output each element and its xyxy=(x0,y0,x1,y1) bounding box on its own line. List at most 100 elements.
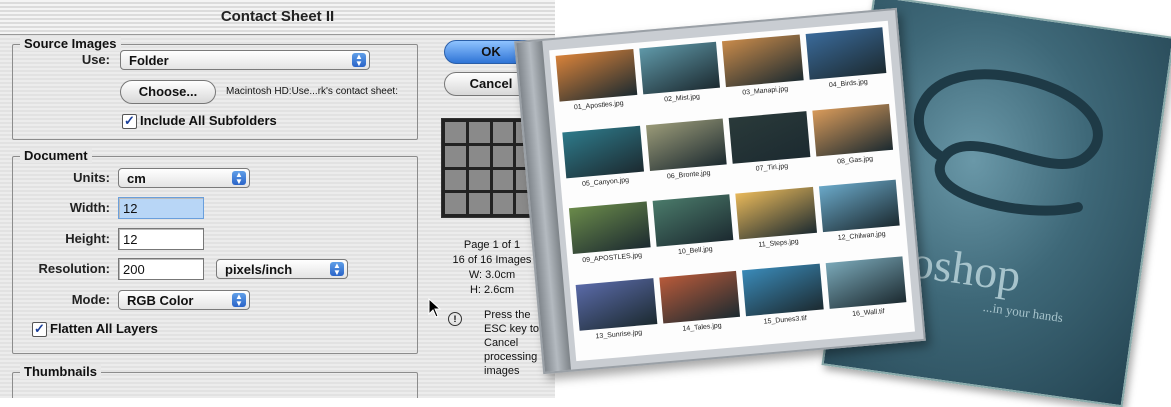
contact-sheet-print: 01_Apostles.jpg 02_Mist.jpg 03_Manapi.jpg 0… xyxy=(549,20,915,362)
contact-thumbnail: 07_Tiri.jpg xyxy=(726,109,814,190)
preview-cell xyxy=(492,122,514,143)
thumbnail-caption: 04_Birds.jpg xyxy=(828,78,869,90)
use-select[interactable]: Folder ▲ ▼ xyxy=(120,50,370,70)
thumb-height: H: 2.6cm xyxy=(469,284,514,296)
mode-select[interactable]: RGB Color ▲ ▼ xyxy=(118,290,250,310)
dialog-title: Contact Sheet II xyxy=(0,0,555,35)
image-count: 16 of 16 Images xyxy=(452,254,532,266)
contact-thumbnail: 08_Gas.jpg xyxy=(810,101,898,182)
preview-cell xyxy=(445,122,466,143)
contact-thumbnail: 05_Canyon.jpg xyxy=(560,123,648,204)
units-label: Units: xyxy=(73,170,110,185)
document-legend: Document xyxy=(20,148,92,163)
swirl-logo xyxy=(913,69,1103,216)
chevron-updown-icon: ▲ ▼ xyxy=(352,53,366,68)
thumbnail-image xyxy=(652,194,734,247)
info-icon: ! xyxy=(448,312,462,326)
contact-thumbnail: 06_Bronte.jpg xyxy=(643,116,731,197)
include-subfolders-checkbox[interactable]: ✓ xyxy=(122,114,137,129)
flatten-layers-label: Flatten All Layers xyxy=(50,321,158,336)
height-field[interactable]: 12 xyxy=(118,228,204,250)
thumbnail-image xyxy=(825,255,907,309)
thumbnail-image xyxy=(555,49,637,102)
thumbnail-caption: 13_Sunrise.jpg xyxy=(595,328,643,340)
thumbnail-caption: 07_Tiri.jpg xyxy=(755,162,789,173)
thumbnails-legend: Thumbnails xyxy=(20,364,101,379)
include-subfolders-label: Include All Subfolders xyxy=(140,113,277,128)
contact-thumbnail: 03_Manapi.jpg xyxy=(720,32,808,113)
units-select[interactable]: cm ▲ ▼ xyxy=(118,168,250,188)
resolution-unit-select[interactable]: pixels/inch ▲ ▼ xyxy=(216,259,348,279)
use-label: Use: xyxy=(81,52,110,67)
thumbnail-caption: 02_Mist.jpg xyxy=(663,93,701,104)
thumbnail-caption: 01_Apostles.jpg xyxy=(573,100,624,112)
thumbnail-image xyxy=(741,263,824,316)
thumbnail-image xyxy=(818,179,900,233)
width-label: Width: xyxy=(69,200,110,215)
thumbnail-image xyxy=(568,201,651,255)
contact-thumbnail: 11_Steps.jpg xyxy=(733,185,821,266)
contact-thumbnail: 10_Bell.jpg xyxy=(650,192,738,273)
thumb-width: W: 3.0cm xyxy=(468,269,516,281)
height-label: Height: xyxy=(65,231,110,246)
escape-note: Press the ESC key to Cancel processing i… xyxy=(484,309,540,377)
thumbnail-image xyxy=(805,27,887,80)
mode-select-value: RGB Color xyxy=(127,293,194,308)
thumbnail-image xyxy=(735,186,817,240)
thumbnail-image xyxy=(575,277,657,331)
resolution-unit-value: pixels/inch xyxy=(225,262,293,277)
preview-cell xyxy=(445,193,466,214)
use-select-value: Folder xyxy=(129,53,169,68)
preview-cell xyxy=(492,169,514,191)
thumbnail-caption: 16_Wall.tif xyxy=(851,307,885,318)
preview-cell xyxy=(445,169,466,191)
thumbnail-image xyxy=(658,270,740,323)
contact-thumbnail: 12_Chilwan.jpg xyxy=(816,177,904,258)
preview-cell xyxy=(445,145,466,167)
resolution-field[interactable]: 200 xyxy=(118,258,204,280)
contact-thumbnail: 16_Wall.tif xyxy=(823,254,911,335)
mode-label: Mode: xyxy=(71,292,110,307)
cd-jewel-case: 01_Apostles.jpg 02_Mist.jpg 03_Manapi.jpg 0… xyxy=(514,7,926,375)
cd-tagline: ...in your hands xyxy=(982,299,1064,326)
contact-thumbnail: 04_Birds.jpg xyxy=(803,25,891,106)
resolution-label: Resolution: xyxy=(38,261,111,276)
thumbnail-caption: 15_Dunes3.tif xyxy=(763,314,808,326)
contact-thumbnail: 13_Sunrise.jpg xyxy=(573,276,661,357)
thumbnail-caption: 10_Bell.jpg xyxy=(677,245,713,256)
source-images-legend: Source Images xyxy=(20,36,121,51)
thumbnail-caption: 09_APOSTLES.jpg xyxy=(582,252,643,265)
preview-cell xyxy=(468,169,490,191)
thumbnail-image xyxy=(728,110,810,164)
thumbnail-caption: 08_Gas.jpg xyxy=(836,155,874,166)
thumbnail-image xyxy=(811,103,894,157)
contact-thumbnail: 15_Dunes3.tif xyxy=(740,261,828,342)
chevron-updown-icon: ▲ ▼ xyxy=(330,262,344,277)
preview-cell xyxy=(468,145,490,167)
thumbnail-image xyxy=(638,41,720,95)
thumbnail-caption: 11_Steps.jpg xyxy=(758,238,799,249)
contact-sheet-dialog: Contact Sheet II Source Images Use: Fold… xyxy=(0,0,555,398)
cursor-arrow-icon xyxy=(428,298,442,318)
contact-thumbnail: 09_APOSTLES.jpg xyxy=(567,199,655,280)
contact-thumbnail: 02_Mist.jpg xyxy=(637,40,725,121)
contact-thumbnail: 14_Tales.jpg xyxy=(657,268,745,349)
chevron-updown-icon: ▲ ▼ xyxy=(232,171,246,186)
thumbnail-caption: 14_Tales.jpg xyxy=(682,321,722,333)
preview-cell xyxy=(492,193,514,214)
preview-cell xyxy=(468,122,490,143)
width-field[interactable]: 12 xyxy=(118,197,204,219)
thumbnail-caption: 06_Bronte.jpg xyxy=(666,169,711,181)
choose-button[interactable]: Choose... xyxy=(120,80,216,104)
thumbnail-caption: 12_Chilwan.jpg xyxy=(837,230,886,242)
preview-cell xyxy=(468,193,490,214)
flatten-layers-checkbox[interactable]: ✓ xyxy=(32,322,47,337)
chevron-updown-icon: ▲ ▼ xyxy=(232,293,246,308)
units-select-value: cm xyxy=(127,171,146,186)
thumbnail-image xyxy=(645,117,727,171)
preview-cell xyxy=(492,145,514,167)
source-path: Macintosh HD:Use...rk's contact sheet: xyxy=(226,86,398,97)
thumbnail-caption: 05_Canyon.jpg xyxy=(581,176,630,188)
contact-thumbnail: 01_Apostles.jpg xyxy=(553,47,641,128)
thumbnail-image xyxy=(721,34,804,88)
